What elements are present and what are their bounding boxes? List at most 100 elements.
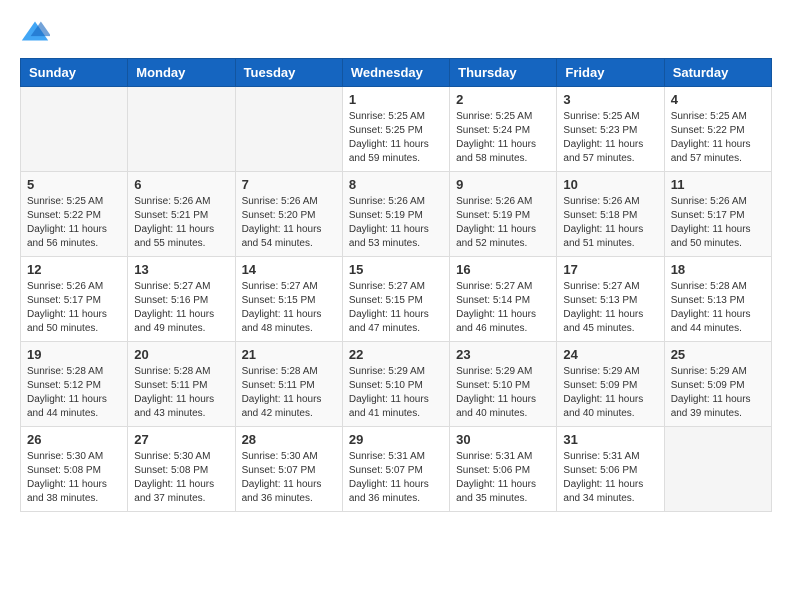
calendar-day-19: 19 Sunrise: 5:28 AM Sunset: 5:12 PM Dayli… [21,342,128,427]
calendar-day-22: 22 Sunrise: 5:29 AM Sunset: 5:10 PM Dayli… [342,342,449,427]
empty-cell [235,87,342,172]
calendar-day-24: 24 Sunrise: 5:29 AM Sunset: 5:09 PM Dayli… [557,342,664,427]
calendar-day-4: 4 Sunrise: 5:25 AM Sunset: 5:22 PM Daylig… [664,87,771,172]
calendar-day-16: 16 Sunrise: 5:27 AM Sunset: 5:14 PM Dayli… [450,257,557,342]
calendar-week-row: 1Sunrise: 5:25 AM Sunset: 5:25 PM Daylig… [21,87,772,172]
day-number: 31 [563,432,657,447]
calendar-day-31: 31 Sunrise: 5:31 AM Sunset: 5:06 PM Dayli… [557,427,664,512]
calendar-week-row: 26 Sunrise: 5:30 AM Sunset: 5:08 PM Dayli… [21,427,772,512]
day-info: Sunrise: 5:29 AM Sunset: 5:09 PM Dayligh… [671,365,765,421]
calendar-week-row: 5 Sunrise: 5:25 AM Sunset: 5:22 PM Daylig… [21,172,772,257]
calendar-day-20: 20 Sunrise: 5:28 AM Sunset: 5:11 PM Dayli… [128,342,235,427]
day-number: 23 [456,347,550,362]
calendar-day-27: 27Sunrise: 5:30 AM Sunset: 5:08 PM Dayli… [128,427,235,512]
day-info: Sunrise: 5:28 AM Sunset: 5:11 PM Dayligh… [242,365,336,421]
calendar-day-12: 12 Sunrise: 5:26 AM Sunset: 5:17 PM Dayli… [21,257,128,342]
calendar-day-8: 8Sunrise: 5:26 AM Sunset: 5:19 PM Daylig… [342,172,449,257]
day-info: Sunrise: 5:25 AM Sunset: 5:24 PM Dayligh… [456,110,550,166]
logo [20,20,54,42]
day-number: 16 [456,262,550,277]
calendar-day-18: 18Sunrise: 5:28 AM Sunset: 5:13 PM Dayli… [664,257,771,342]
day-info: Sunrise: 5:31 AM Sunset: 5:06 PM Dayligh… [456,450,550,506]
day-header-saturday: Saturday [664,59,771,87]
calendar-day-14: 14Sunrise: 5:27 AM Sunset: 5:15 PM Dayli… [235,257,342,342]
page-header [20,20,772,42]
day-info: Sunrise: 5:27 AM Sunset: 5:16 PM Dayligh… [134,280,228,336]
day-info: Sunrise: 5:26 AM Sunset: 5:21 PM Dayligh… [134,195,228,251]
day-number: 26 [27,432,121,447]
calendar-header-row: SundayMondayTuesdayWednesdayThursdayFrid… [21,59,772,87]
calendar-week-row: 19 Sunrise: 5:28 AM Sunset: 5:12 PM Dayli… [21,342,772,427]
day-info: Sunrise: 5:26 AM Sunset: 5:17 PM Dayligh… [671,195,765,251]
calendar-day-13: 13 Sunrise: 5:27 AM Sunset: 5:16 PM Dayli… [128,257,235,342]
day-header-sunday: Sunday [21,59,128,87]
day-info: Sunrise: 5:29 AM Sunset: 5:10 PM Dayligh… [456,365,550,421]
day-number: 29 [349,432,443,447]
day-info: Sunrise: 5:28 AM Sunset: 5:12 PM Dayligh… [27,365,121,421]
day-info: Sunrise: 5:25 AM Sunset: 5:22 PM Dayligh… [671,110,765,166]
day-number: 22 [349,347,443,362]
day-number: 28 [242,432,336,447]
day-info: Sunrise: 5:26 AM Sunset: 5:17 PM Dayligh… [27,280,121,336]
calendar-day-30: 30 Sunrise: 5:31 AM Sunset: 5:06 PM Dayli… [450,427,557,512]
day-info: Sunrise: 5:26 AM Sunset: 5:19 PM Dayligh… [349,195,443,251]
day-number: 15 [349,262,443,277]
day-number: 4 [671,92,765,107]
day-header-friday: Friday [557,59,664,87]
day-number: 9 [456,177,550,192]
day-info: Sunrise: 5:25 AM Sunset: 5:23 PM Dayligh… [563,110,657,166]
calendar-day-5: 5 Sunrise: 5:25 AM Sunset: 5:22 PM Daylig… [21,172,128,257]
day-info: Sunrise: 5:29 AM Sunset: 5:10 PM Dayligh… [349,365,443,421]
day-number: 1 [349,92,443,107]
day-number: 17 [563,262,657,277]
day-number: 27 [134,432,228,447]
day-info: Sunrise: 5:31 AM Sunset: 5:06 PM Dayligh… [563,450,657,506]
calendar-day-25: 25Sunrise: 5:29 AM Sunset: 5:09 PM Dayli… [664,342,771,427]
day-header-monday: Monday [128,59,235,87]
calendar-day-1: 1Sunrise: 5:25 AM Sunset: 5:25 PM Daylig… [342,87,449,172]
calendar-day-2: 2 Sunrise: 5:25 AM Sunset: 5:24 PM Daylig… [450,87,557,172]
empty-cell [128,87,235,172]
day-info: Sunrise: 5:27 AM Sunset: 5:13 PM Dayligh… [563,280,657,336]
day-number: 24 [563,347,657,362]
day-number: 12 [27,262,121,277]
day-info: Sunrise: 5:26 AM Sunset: 5:19 PM Dayligh… [456,195,550,251]
day-info: Sunrise: 5:27 AM Sunset: 5:14 PM Dayligh… [456,280,550,336]
logo-icon [20,20,50,42]
day-number: 13 [134,262,228,277]
calendar-day-7: 7 Sunrise: 5:26 AM Sunset: 5:20 PM Daylig… [235,172,342,257]
day-number: 11 [671,177,765,192]
day-header-thursday: Thursday [450,59,557,87]
calendar-day-26: 26 Sunrise: 5:30 AM Sunset: 5:08 PM Dayli… [21,427,128,512]
empty-cell [664,427,771,512]
calendar-day-21: 21 Sunrise: 5:28 AM Sunset: 5:11 PM Dayli… [235,342,342,427]
day-header-tuesday: Tuesday [235,59,342,87]
day-info: Sunrise: 5:26 AM Sunset: 5:20 PM Dayligh… [242,195,336,251]
calendar-day-15: 15 Sunrise: 5:27 AM Sunset: 5:15 PM Dayli… [342,257,449,342]
day-number: 3 [563,92,657,107]
day-number: 2 [456,92,550,107]
day-number: 6 [134,177,228,192]
calendar-day-3: 3 Sunrise: 5:25 AM Sunset: 5:23 PM Daylig… [557,87,664,172]
day-number: 10 [563,177,657,192]
day-number: 19 [27,347,121,362]
calendar-week-row: 12 Sunrise: 5:26 AM Sunset: 5:17 PM Dayli… [21,257,772,342]
day-number: 20 [134,347,228,362]
day-info: Sunrise: 5:27 AM Sunset: 5:15 PM Dayligh… [349,280,443,336]
calendar-table: SundayMondayTuesdayWednesdayThursdayFrid… [20,58,772,512]
day-number: 30 [456,432,550,447]
day-number: 21 [242,347,336,362]
day-info: Sunrise: 5:31 AM Sunset: 5:07 PM Dayligh… [349,450,443,506]
day-info: Sunrise: 5:25 AM Sunset: 5:22 PM Dayligh… [27,195,121,251]
day-info: Sunrise: 5:29 AM Sunset: 5:09 PM Dayligh… [563,365,657,421]
day-number: 7 [242,177,336,192]
calendar-day-29: 29 Sunrise: 5:31 AM Sunset: 5:07 PM Dayli… [342,427,449,512]
calendar-day-10: 10Sunrise: 5:26 AM Sunset: 5:18 PM Dayli… [557,172,664,257]
day-number: 5 [27,177,121,192]
day-info: Sunrise: 5:28 AM Sunset: 5:11 PM Dayligh… [134,365,228,421]
day-header-wednesday: Wednesday [342,59,449,87]
day-info: Sunrise: 5:30 AM Sunset: 5:07 PM Dayligh… [242,450,336,506]
day-number: 14 [242,262,336,277]
day-info: Sunrise: 5:30 AM Sunset: 5:08 PM Dayligh… [27,450,121,506]
calendar-day-28: 28 Sunrise: 5:30 AM Sunset: 5:07 PM Dayli… [235,427,342,512]
